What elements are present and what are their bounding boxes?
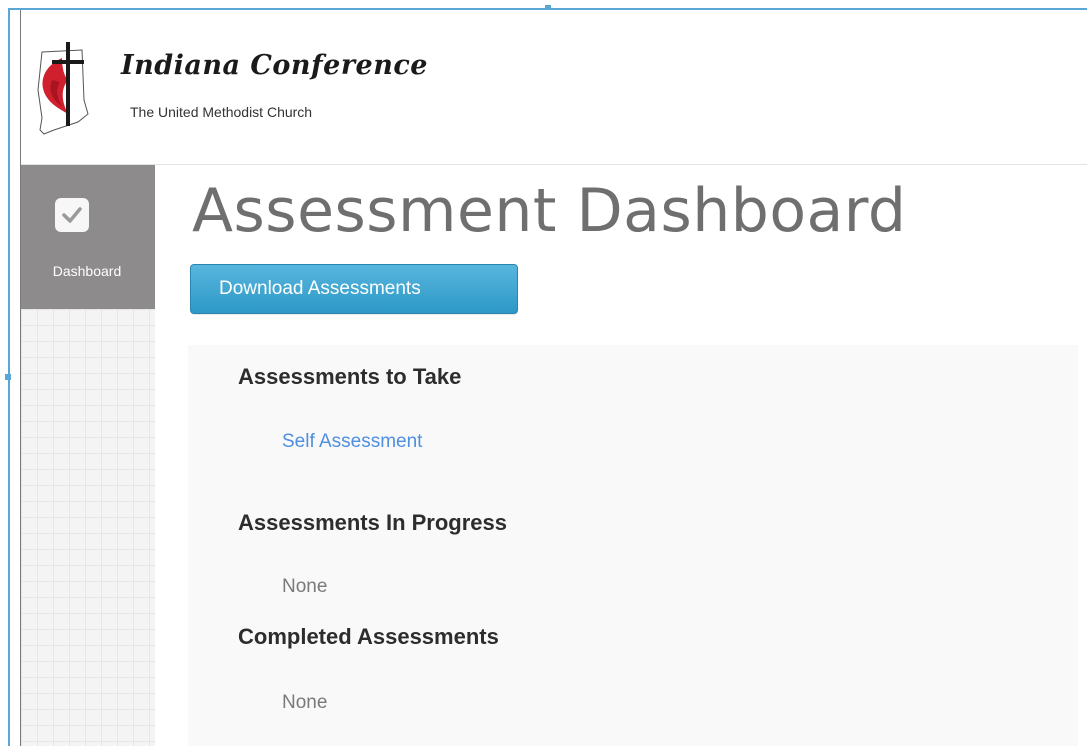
resize-handle-left[interactable] [5,374,11,380]
sidebar-item-dashboard[interactable]: Dashboard [21,165,155,309]
sidebar-item-label: Dashboard [52,263,122,279]
logo-title: Indiana Conference [121,50,428,81]
in-progress-empty-text: None [282,576,328,597]
cross-and-flame-logo-icon [37,42,89,135]
section-heading-to-take: Assessments to Take [238,364,462,389]
download-assessments-button[interactable]: Download Assessments [190,264,518,314]
header [21,10,1087,165]
section-heading-in-progress: Assessments In Progress [238,510,508,535]
section-heading-completed: Completed Assessments [238,624,499,649]
logo-subtitle: The United Methodist Church [130,104,313,120]
completed-empty-text: None [282,692,328,713]
page-title: Assessment Dashboard [192,176,907,246]
assessments-panel [188,345,1078,746]
conference-logo [22,30,112,140]
self-assessment-link[interactable]: Self Assessment [282,431,422,453]
checkbox-icon [55,198,89,232]
